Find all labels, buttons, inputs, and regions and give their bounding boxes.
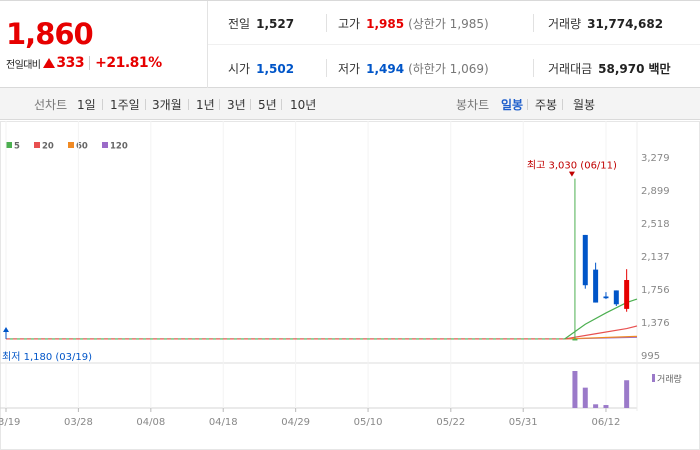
legend-label-5: 5 (14, 142, 20, 152)
stat-prev-close: 전일 1,527 (228, 15, 294, 32)
stat-value: 31,774,682 (587, 16, 664, 31)
candle-monthly-button[interactable]: 월봉 (573, 96, 595, 113)
stat-limit: (하한가 1,069) (408, 62, 489, 76)
high-annotation: 최고 3,030 (06/11) (527, 160, 617, 172)
candle-body (624, 280, 630, 309)
legend-label-60: 60 (76, 142, 88, 152)
x-tick-label: 04/18 (209, 417, 238, 428)
stat-low: 저가 1,494 (하한가 1,069) (338, 60, 489, 77)
y-tick-label: 2,899 (641, 186, 670, 197)
volume-bar (582, 387, 588, 408)
divider (208, 44, 700, 45)
legend-swatch-5 (6, 142, 12, 148)
candle-body (582, 234, 588, 286)
candle-body (603, 296, 609, 299)
divider (527, 99, 528, 110)
stat-open: 시가 1,502 (228, 60, 294, 77)
stat-high: 고가 1,985 (상한가 1,985) (338, 15, 489, 32)
divider (281, 99, 282, 110)
divider (219, 99, 220, 110)
stat-value: 1,494 (366, 61, 405, 76)
x-tick-label: 03/28 (64, 417, 93, 428)
stat-value: 58,970 (598, 61, 645, 76)
divider (145, 99, 146, 110)
current-price: 1,860 (6, 17, 94, 51)
change-value: 333 (56, 55, 85, 71)
x-tick-label: 05/22 (436, 417, 465, 428)
period-3y-button[interactable]: 3년 (227, 96, 246, 113)
stat-value: 1,985 (366, 16, 405, 31)
period-1w-button[interactable]: 1주일 (110, 96, 140, 113)
line-chart-label: 선차트 (34, 98, 68, 112)
low-annotation: 최저 1,180 (03/19) (2, 351, 92, 363)
candle-chart-label: 봉차트 (456, 98, 490, 112)
change-percent: +21.81% (95, 55, 162, 71)
divider (89, 56, 91, 70)
price-chart[interactable]: 5 20 60 120 3,279 2,899 2,518 2,137 1,756 1,376 99… (0, 121, 700, 450)
y-tick-label: 1,756 (641, 285, 670, 296)
price-chart-svg: 5 20 60 120 3,279 2,899 2,518 2,137 1,756 1,376 99… (0, 121, 700, 450)
change-label: 전일대비 (6, 59, 41, 71)
divider (250, 99, 251, 110)
volume-bar (624, 380, 630, 408)
stat-value: 1,527 (256, 16, 295, 31)
legend-swatch-120 (102, 142, 108, 148)
volume-bar (593, 404, 599, 408)
divider (562, 99, 563, 110)
period-1d-button[interactable]: 1일 (77, 96, 96, 113)
legend-swatch-60 (68, 142, 74, 148)
price-summary: 1,860 전일대비 333 +21.81% (0, 1, 208, 88)
legend-label-20: 20 (42, 142, 54, 152)
candle-daily-button[interactable]: 일봉 (501, 96, 523, 113)
legend-label-120: 120 (110, 142, 128, 152)
candle-body (613, 290, 619, 305)
y-tick-label: 1,376 (641, 318, 670, 329)
x-tick-label: 05/31 (509, 417, 538, 428)
period-toolbar: 선차트 1일 1주일 3개월 1년 3년 5년 10년 봉차트 일봉 주봉 월봉 (0, 88, 700, 120)
stat-label: 전일 (228, 17, 251, 31)
divider (102, 99, 103, 110)
stat-value: 1,502 (256, 61, 295, 76)
y-tick-label: 3,279 (641, 153, 670, 164)
stat-volume: 거래량 31,774,682 (548, 15, 663, 32)
volume-legend-swatch (652, 374, 655, 382)
divider (188, 99, 189, 110)
candle-body (593, 269, 599, 303)
quote-panel: 1,860 전일대비 333 +21.81% 전일 1,527 고가 1,985… (0, 0, 700, 88)
high-arrow-icon (568, 171, 575, 177)
y-tick-label: 2,518 (641, 219, 670, 230)
stat-label: 거래대금 (548, 62, 593, 76)
candle-weekly-button[interactable]: 주봉 (535, 96, 557, 113)
stat-label: 고가 (338, 17, 361, 31)
period-3m-button[interactable]: 3개월 (152, 96, 182, 113)
divider (326, 59, 327, 77)
up-triangle-icon (43, 58, 56, 68)
stat-unit: 백만 (648, 62, 671, 76)
y-tick-label: 2,137 (641, 252, 670, 263)
x-tick-label: 04/29 (281, 417, 310, 428)
volume-bar (603, 405, 609, 408)
change-row: 전일대비 333 +21.81% (6, 54, 162, 72)
stat-amount: 거래대금 58,970 백만 (548, 60, 671, 77)
x-tick-label: 06/12 (592, 417, 621, 428)
stat-label: 시가 (228, 62, 251, 76)
y-tick-label: 995 (641, 351, 660, 362)
divider (533, 14, 534, 32)
x-tick-label: 05/10 (354, 417, 383, 428)
divider (533, 59, 534, 77)
candle-body (572, 338, 578, 341)
period-1y-button[interactable]: 1년 (196, 96, 215, 113)
period-5y-button[interactable]: 5년 (258, 96, 277, 113)
divider (326, 14, 327, 32)
stat-label: 거래량 (548, 17, 582, 31)
stat-label: 저가 (338, 62, 361, 76)
stat-limit: (상한가 1,985) (408, 17, 489, 31)
x-tick-label: 03/19 (0, 417, 20, 428)
legend-swatch-20 (34, 142, 40, 148)
volume-legend-label: 거래량 (657, 373, 682, 385)
period-10y-button[interactable]: 10년 (290, 96, 316, 113)
volume-bar (572, 371, 578, 408)
x-tick-label: 04/08 (136, 417, 165, 428)
